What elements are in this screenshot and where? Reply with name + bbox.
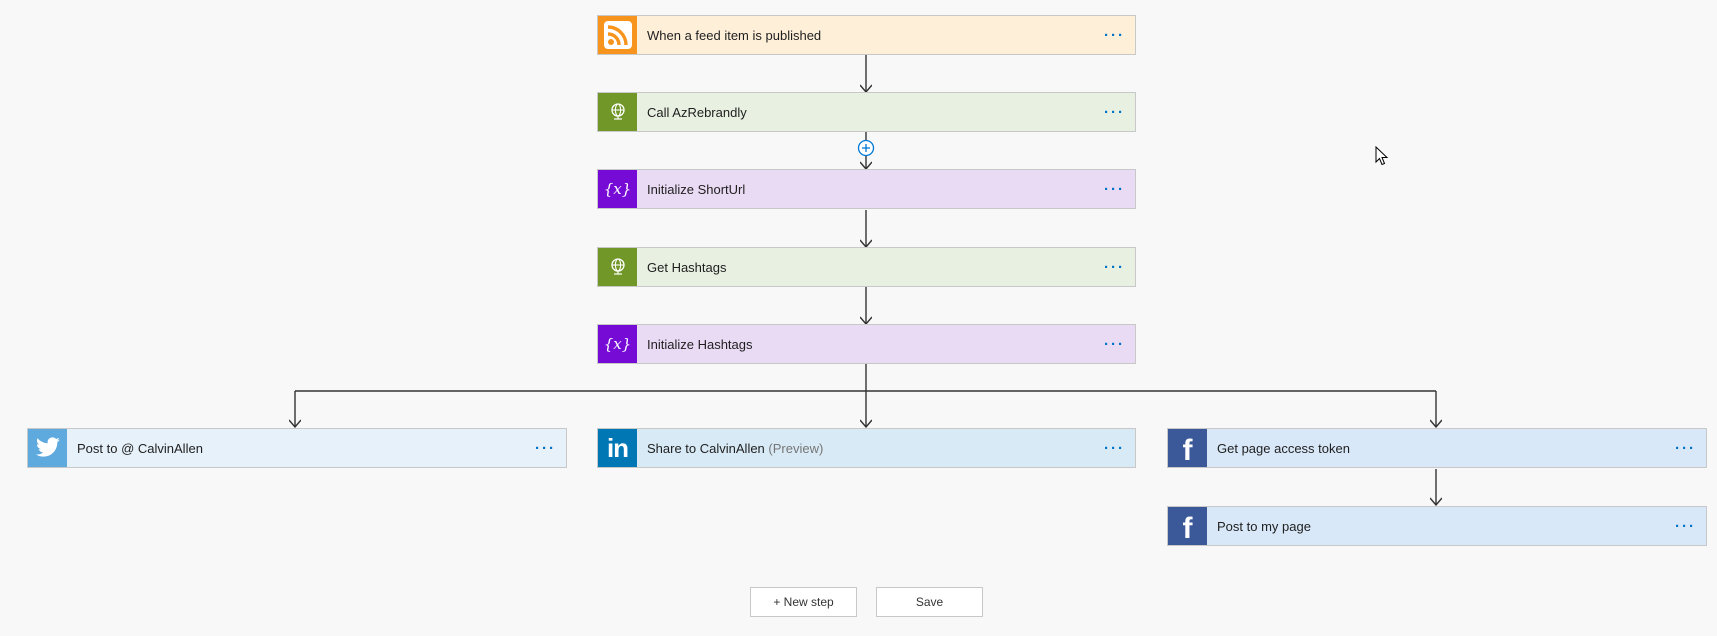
- facebook-icon-glyph: f: [1182, 434, 1193, 467]
- flow-designer-canvas: When a feed item is published ··· Call A…: [0, 0, 1717, 636]
- linkedin-icon-glyph: in: [606, 432, 629, 463]
- step-post-to-my-page[interactable]: f Post to my page ···: [1167, 506, 1707, 546]
- more-options-button[interactable]: ···: [1104, 28, 1125, 43]
- new-step-button[interactable]: + New step: [750, 587, 857, 617]
- step-share-to-linkedin[interactable]: in Share to CalvinAllen (Preview) ···: [597, 428, 1136, 468]
- step-title: Initialize ShortUrl: [647, 181, 746, 197]
- more-options-button[interactable]: ···: [1104, 105, 1125, 120]
- facebook-icon-glyph: f: [1182, 512, 1193, 545]
- step-title: Initialize Hashtags: [647, 336, 753, 352]
- preview-tag: (Preview): [768, 440, 824, 456]
- step-title: Get page access token: [1217, 440, 1350, 456]
- more-options-button[interactable]: ···: [1104, 337, 1125, 352]
- http-globe-icon: [598, 93, 637, 131]
- step-title: Post to @ CalvinAllen: [77, 440, 203, 456]
- step-title: Get Hashtags: [647, 259, 727, 275]
- step-post-to-twitter[interactable]: Post to @ CalvinAllen ···: [27, 428, 567, 468]
- save-button[interactable]: Save: [876, 587, 983, 617]
- step-title: Call AzRebrandly: [647, 104, 747, 120]
- variable-icon: {x}: [598, 170, 637, 208]
- step-initialize-shorturl[interactable]: {x} Initialize ShortUrl ···: [597, 169, 1136, 209]
- step-title: Share to CalvinAllen (Preview): [647, 441, 823, 456]
- more-options-button[interactable]: ···: [1675, 441, 1696, 456]
- http-globe-icon: [598, 248, 637, 286]
- step-initialize-hashtags[interactable]: {x} Initialize Hashtags ···: [597, 324, 1136, 364]
- more-options-button[interactable]: ···: [1104, 260, 1125, 275]
- step-title: When a feed item is published: [647, 27, 822, 43]
- linkedin-icon: in: [598, 429, 637, 467]
- step-title-text: Share to CalvinAllen: [647, 440, 765, 456]
- rss-icon: [598, 16, 637, 54]
- insert-step-plus-icon[interactable]: [857, 139, 875, 157]
- more-options-button[interactable]: ···: [1675, 519, 1696, 534]
- step-title: Post to my page: [1217, 518, 1311, 534]
- step-get-page-access-token[interactable]: f Get page access token ···: [1167, 428, 1707, 468]
- facebook-icon: f: [1168, 507, 1207, 545]
- step-call-azrebrandly[interactable]: Call AzRebrandly ···: [597, 92, 1136, 132]
- facebook-icon: f: [1168, 429, 1207, 467]
- step-when-feed-item-published[interactable]: When a feed item is published ···: [597, 15, 1136, 55]
- variable-icon-glyph: {x}: [603, 335, 632, 353]
- step-get-hashtags[interactable]: Get Hashtags ···: [597, 247, 1136, 287]
- mouse-cursor-icon: [1375, 146, 1389, 166]
- more-options-button[interactable]: ···: [1104, 441, 1125, 456]
- more-options-button[interactable]: ···: [535, 441, 556, 456]
- more-options-button[interactable]: ···: [1104, 182, 1125, 197]
- twitter-icon: [28, 429, 67, 467]
- variable-icon-glyph: {x}: [603, 180, 632, 198]
- variable-icon: {x}: [598, 325, 637, 363]
